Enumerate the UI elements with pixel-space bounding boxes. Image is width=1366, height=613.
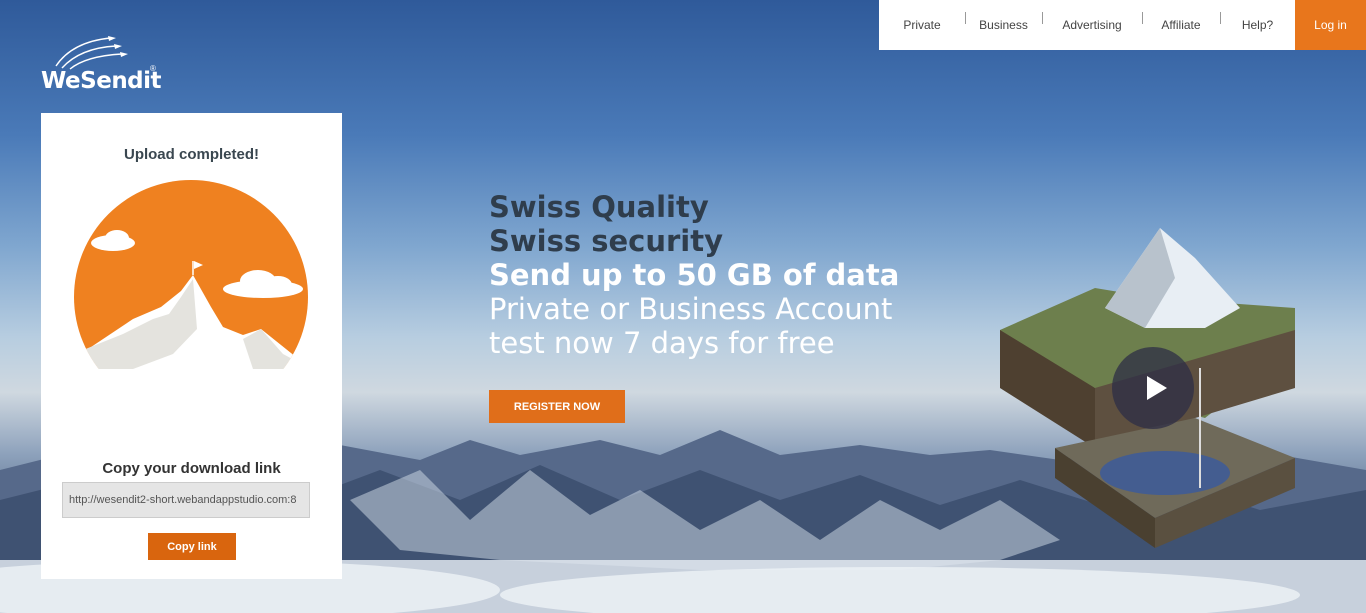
hero-text: Swiss Quality Swiss security Send up to …	[489, 190, 899, 360]
login-button[interactable]: Log in	[1295, 0, 1366, 50]
hero-line-1: Swiss Quality	[489, 190, 709, 224]
logo-text: WeSendit	[41, 68, 162, 94]
paper-plane-trails-icon	[55, 36, 128, 70]
upload-title: Upload completed!	[123, 146, 259, 163]
download-link-field[interactable]	[62, 482, 310, 518]
top-nav: Private Business Advertising Affiliate H…	[879, 0, 1295, 50]
nav-business[interactable]: Business	[965, 12, 1042, 32]
play-video-button[interactable]	[1112, 347, 1194, 429]
logo[interactable]: WeSendit ®	[40, 36, 180, 98]
copy-link-button[interactable]: Copy link	[148, 533, 236, 560]
nav-advertising[interactable]: Advertising	[1042, 12, 1142, 32]
copy-link-title: Copy your download link	[102, 460, 281, 477]
nav-help[interactable]: Help?	[1220, 12, 1295, 32]
register-button[interactable]: REGISTER NOW	[489, 390, 625, 423]
nav-affiliate[interactable]: Affiliate	[1142, 12, 1220, 32]
registered-mark: ®	[150, 64, 156, 73]
hero-line-3: Send up to 50 GB of data	[489, 258, 900, 292]
hero-line-5: test now 7 days for free	[489, 326, 835, 360]
hero-line-4: Private or Business Account	[489, 292, 893, 326]
mountain-sun-illustration	[74, 180, 308, 369]
hero-line-2: Swiss security	[489, 224, 724, 258]
nav-private[interactable]: Private	[879, 18, 965, 32]
upload-card: Upload completed! Copy your download lin…	[41, 113, 342, 579]
